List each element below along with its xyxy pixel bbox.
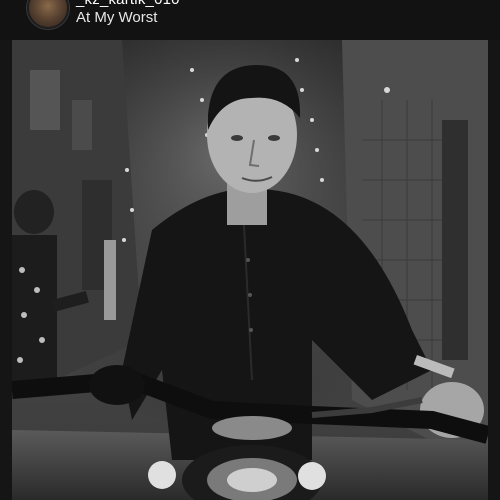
story-song-title[interactable]: At My Worst	[76, 9, 157, 26]
story-photo[interactable]	[12, 40, 488, 500]
right-edge-panel	[488, 40, 500, 500]
story-username[interactable]: _kz_kartik_010	[76, 0, 180, 8]
story-screen: _kz_kartik_010 At My Worst	[0, 0, 500, 500]
story-photo-image	[12, 40, 488, 500]
left-edge-panel	[0, 40, 12, 500]
story-header: _kz_kartik_010 At My Worst	[0, 0, 500, 40]
profile-avatar[interactable]	[27, 0, 69, 29]
